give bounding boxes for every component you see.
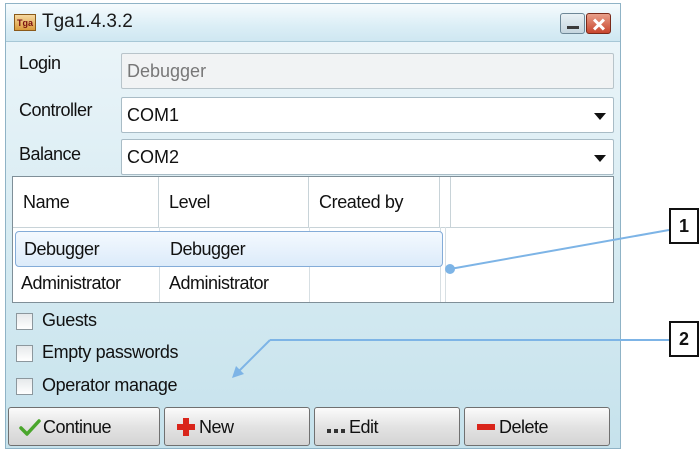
callout-2-badge: 2 xyxy=(669,321,699,357)
app-icon: Tga xyxy=(14,14,36,31)
login-value: Debugger xyxy=(127,61,207,81)
new-button[interactable]: New xyxy=(164,407,310,446)
guests-label[interactable]: Guests xyxy=(42,310,97,331)
new-label: New xyxy=(199,417,234,437)
ellipsis-icon xyxy=(327,429,345,433)
delete-label: Delete xyxy=(499,417,549,437)
login-field[interactable]: Debugger xyxy=(121,53,614,89)
table-row[interactable]: Administrator Administrator xyxy=(13,266,445,302)
empty-passwords-checkbox[interactable] xyxy=(16,345,33,362)
close-button[interactable] xyxy=(586,13,611,34)
cell-level: Debugger xyxy=(170,239,246,259)
cell-name: Debugger xyxy=(24,239,100,259)
grid-divider xyxy=(445,227,446,302)
controller-label: Controller xyxy=(19,100,93,120)
empty-passwords-label[interactable]: Empty passwords xyxy=(42,342,178,363)
column-header-created-by[interactable]: Created by xyxy=(309,177,440,227)
chevron-down-icon[interactable] xyxy=(594,155,606,162)
grid-header: Name Level Created by xyxy=(13,177,613,228)
chevron-down-icon[interactable] xyxy=(594,113,606,120)
table-row[interactable]: Debugger Debugger xyxy=(15,231,443,267)
plus-icon xyxy=(177,418,195,436)
balance-dropdown[interactable]: COM2 xyxy=(121,139,614,175)
login-label: Login xyxy=(19,53,61,73)
balance-label: Balance xyxy=(19,144,81,164)
users-grid[interactable]: Name Level Created by Debugger Debugger … xyxy=(12,176,614,303)
edit-label: Edit xyxy=(349,417,379,437)
balance-value: COM2 xyxy=(127,147,180,167)
controller-value: COM1 xyxy=(127,105,180,125)
controller-dropdown[interactable]: COM1 xyxy=(121,97,614,133)
delete-button[interactable]: Delete xyxy=(464,407,610,446)
window-title: Tga1.4.3.2 xyxy=(42,11,133,32)
continue-label: Continue xyxy=(43,417,112,437)
column-header-spacer xyxy=(440,177,451,227)
cell-level: Administrator xyxy=(169,273,269,293)
minimize-button[interactable] xyxy=(560,13,585,34)
continue-button[interactable]: Continue xyxy=(8,407,160,446)
operator-manage-checkbox[interactable] xyxy=(16,378,33,395)
check-icon xyxy=(19,419,41,436)
column-header-name[interactable]: Name xyxy=(13,177,159,227)
title-bar[interactable]: Tga Tga1.4.3.2 xyxy=(6,4,620,42)
edit-button[interactable]: Edit xyxy=(314,407,460,446)
column-header-level[interactable]: Level xyxy=(159,177,309,227)
cell-name: Administrator xyxy=(21,273,121,293)
guests-checkbox[interactable] xyxy=(16,313,33,330)
operator-manage-label[interactable]: Operator manage xyxy=(42,375,177,396)
callout-1-badge: 1 xyxy=(669,208,699,244)
app-window: Tga Tga1.4.3.2 Login Debugger Controller… xyxy=(5,3,621,449)
minus-icon xyxy=(477,424,495,430)
